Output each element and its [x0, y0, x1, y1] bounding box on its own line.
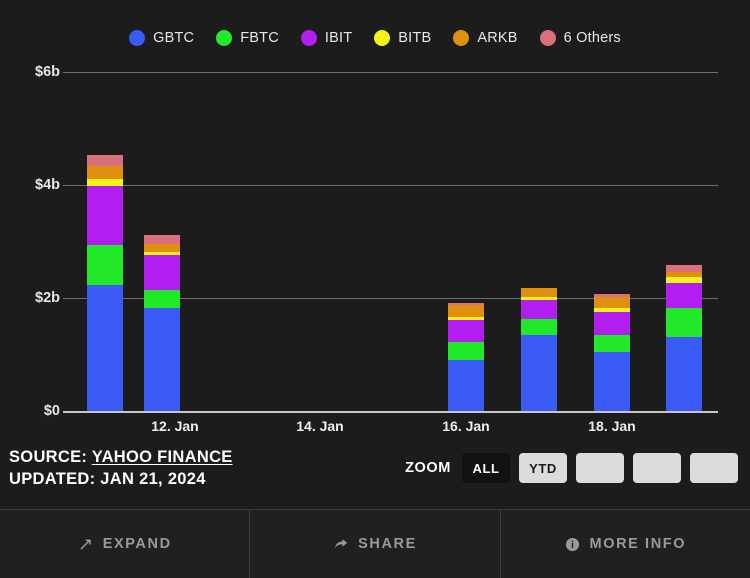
footer-button-label: EXPAND — [102, 536, 172, 552]
bar-segment-fbtc — [666, 308, 702, 337]
bar-12-jan[interactable] — [144, 234, 180, 411]
legend-item-6-others[interactable]: 6 Others — [539, 30, 621, 46]
legend-item-label: GBTC — [153, 30, 195, 46]
legend-dot-icon — [539, 30, 556, 46]
legend-item-label: IBIT — [324, 30, 353, 46]
share-arrow-icon — [333, 536, 349, 552]
legend-dot-icon — [129, 30, 146, 46]
chart-legend: GBTC FBTC IBIT BITB ARKB 6 Others — [0, 22, 750, 54]
bar-segment-6-others — [666, 265, 702, 273]
bar-19-jan[interactable] — [666, 265, 702, 411]
bar-segment-6-others — [87, 154, 123, 166]
bar-segment-arkb — [448, 305, 484, 318]
bar-segment-gbtc — [144, 307, 180, 411]
footer-button-label: MORE INFO — [589, 536, 687, 552]
bar-18-jan[interactable] — [594, 293, 630, 411]
bar-segment-6-others — [144, 234, 180, 244]
bar-segment-ibit — [87, 185, 123, 245]
zoom-button-3[interactable] — [633, 453, 681, 483]
bar-segment-gbtc — [87, 285, 123, 411]
footer-button-expand[interactable]: EXPAND — [0, 510, 249, 578]
chart-plot-area: $0 $2b $4b $6b 12. Jan 14. Jan 16. Jan 18. Jan — [0, 56, 750, 434]
bar-segment-bitb — [87, 178, 123, 186]
source-block: SOURCE: YAHOO FINANCE UPDATED: JAN 21, 2… — [9, 446, 233, 490]
bar-segment-gbtc — [448, 360, 484, 411]
x-axis-tick-label: 18. Jan — [588, 418, 636, 434]
bar-segment-gbtc — [521, 334, 557, 411]
footer-button-more-info[interactable]: MORE INFO — [499, 510, 750, 578]
legend-item-label: ARKB — [477, 30, 518, 46]
legend-dot-icon — [453, 30, 470, 46]
bar-16-jan[interactable] — [448, 303, 484, 411]
zoom-button-ytd[interactable]: YTD — [519, 453, 567, 483]
y-axis-tick-label: $6b — [35, 64, 60, 80]
bar-segment-fbtc — [87, 244, 123, 286]
y-axis-tick-label: $0 — [43, 403, 60, 419]
bar-segment-ibit — [521, 299, 557, 320]
bar-segment-gbtc — [594, 351, 630, 411]
bar-segment-fbtc — [594, 334, 630, 352]
zoom-button-2[interactable] — [576, 453, 624, 483]
legend-item-gbtc[interactable]: GBTC — [129, 30, 194, 46]
bar-segment-gbtc — [666, 337, 702, 411]
updated-label: UPDATED: JAN 21, 2024 — [9, 470, 206, 488]
y-axis-tick-label: $4b — [35, 177, 60, 193]
gridline — [63, 185, 718, 186]
expand-arrow-icon — [78, 536, 94, 552]
card-action-bar: EXPAND SHARE MORE INFO — [0, 509, 750, 578]
legend-item-label: BITB — [398, 30, 432, 46]
legend-dot-icon — [216, 30, 233, 46]
etf-flows-chart-card: GBTC FBTC IBIT BITB ARKB 6 Others $0 $2b $4b $6b… — [0, 0, 750, 578]
gridline — [63, 72, 718, 73]
y-axis-tick-label: $2b — [35, 290, 60, 306]
bar-segment-fbtc — [144, 289, 180, 308]
bar-segment-arkb — [144, 243, 180, 252]
x-axis-tick-label: 12. Jan — [151, 418, 199, 434]
chart-footer-strip: SOURCE: YAHOO FINANCE UPDATED: JAN 21, 2… — [0, 437, 750, 503]
legend-item-bitb[interactable]: BITB — [374, 30, 431, 46]
zoom-label: ZOOM — [405, 460, 451, 476]
footer-button-label: SHARE — [358, 536, 417, 552]
zoom-button-4[interactable] — [690, 453, 738, 483]
info-circle-icon — [565, 536, 581, 552]
bar-segment-ibit — [666, 283, 702, 309]
bar-segment-fbtc — [448, 342, 484, 361]
bar-segment-arkb — [87, 165, 123, 179]
legend-item-fbtc[interactable]: FBTC — [216, 30, 279, 46]
legend-item-ibit[interactable]: IBIT — [300, 30, 353, 46]
zoom-controls: ZOOM ALL YTD — [405, 453, 738, 483]
x-axis-line — [63, 411, 718, 413]
source-prefix-label: SOURCE: — [9, 448, 92, 466]
bar-segment-arkb — [521, 287, 557, 297]
bar-segment-ibit — [144, 254, 180, 290]
legend-item-arkb[interactable]: ARKB — [453, 30, 517, 46]
legend-item-label: 6 Others — [563, 30, 621, 46]
bar-17-jan[interactable] — [521, 287, 557, 411]
zoom-button-all[interactable]: ALL — [462, 453, 510, 483]
bar-segment-ibit — [448, 320, 484, 343]
bar-segment-arkb — [594, 297, 630, 308]
legend-item-label: FBTC — [240, 30, 279, 46]
legend-dot-icon — [374, 30, 391, 46]
bar-segment-ibit — [594, 311, 630, 335]
source-line: SOURCE: YAHOO FINANCE — [9, 446, 233, 468]
x-axis-tick-label: 14. Jan — [296, 418, 344, 434]
source-link[interactable]: YAHOO FINANCE — [92, 448, 233, 466]
bar-11-jan[interactable] — [87, 154, 123, 411]
footer-button-share[interactable]: SHARE — [249, 510, 499, 578]
bar-segment-fbtc — [521, 319, 557, 335]
legend-dot-icon — [300, 30, 317, 46]
x-axis-tick-label: 16. Jan — [442, 418, 490, 434]
